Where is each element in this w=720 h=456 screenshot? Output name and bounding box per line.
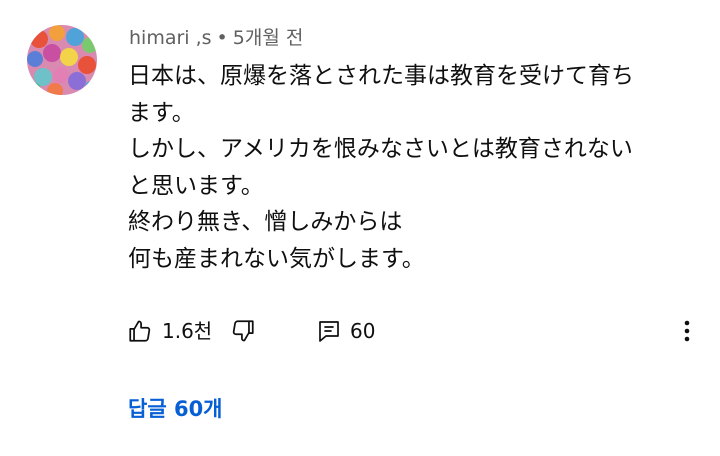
like-count: 1.6천	[162, 319, 213, 343]
comment-thread: himari ,s • 5개월 전 日本は、原爆を落とされた事は教育を受けて育ち ま…	[0, 0, 720, 456]
view-replies-link[interactable]: 답글 60개	[128, 393, 223, 425]
avatar[interactable]	[27, 25, 97, 95]
comment-line: ます。	[128, 99, 195, 126]
comment-line: 終わり無き、憎しみからは	[128, 209, 403, 236]
reply-count: 60	[350, 319, 376, 343]
dislike-button[interactable]	[230, 314, 256, 348]
comment-line: 何も産まれない気がします。	[128, 245, 425, 272]
thumbs-down-icon	[230, 318, 256, 344]
reply-icon	[317, 319, 341, 343]
like-button[interactable]: 1.6천	[127, 314, 212, 348]
comment-timestamp[interactable]: 5개월 전	[233, 27, 304, 49]
comment-line: しかし、アメリカを恨みなさいとは教育されない	[128, 136, 633, 163]
more-actions-button[interactable]	[677, 314, 697, 348]
thumbs-up-icon	[127, 318, 153, 344]
comment-action-bar: 1.6천 60	[127, 314, 707, 348]
comment-header: himari ,s • 5개월 전	[129, 24, 303, 52]
reply-button[interactable]: 60	[317, 314, 375, 348]
author-name[interactable]: himari ,s	[129, 27, 212, 49]
more-vertical-icon	[684, 320, 690, 342]
comment-line: と思います。	[128, 172, 264, 199]
header-separator: •	[216, 27, 228, 49]
comment-body: 日本は、原爆を落とされた事は教育を受けて育ち ます。 しかし、アメリカを恨みなさ…	[128, 58, 698, 278]
comment-line: 日本は、原爆を落とされた事は教育を受けて育ち	[128, 63, 634, 89]
